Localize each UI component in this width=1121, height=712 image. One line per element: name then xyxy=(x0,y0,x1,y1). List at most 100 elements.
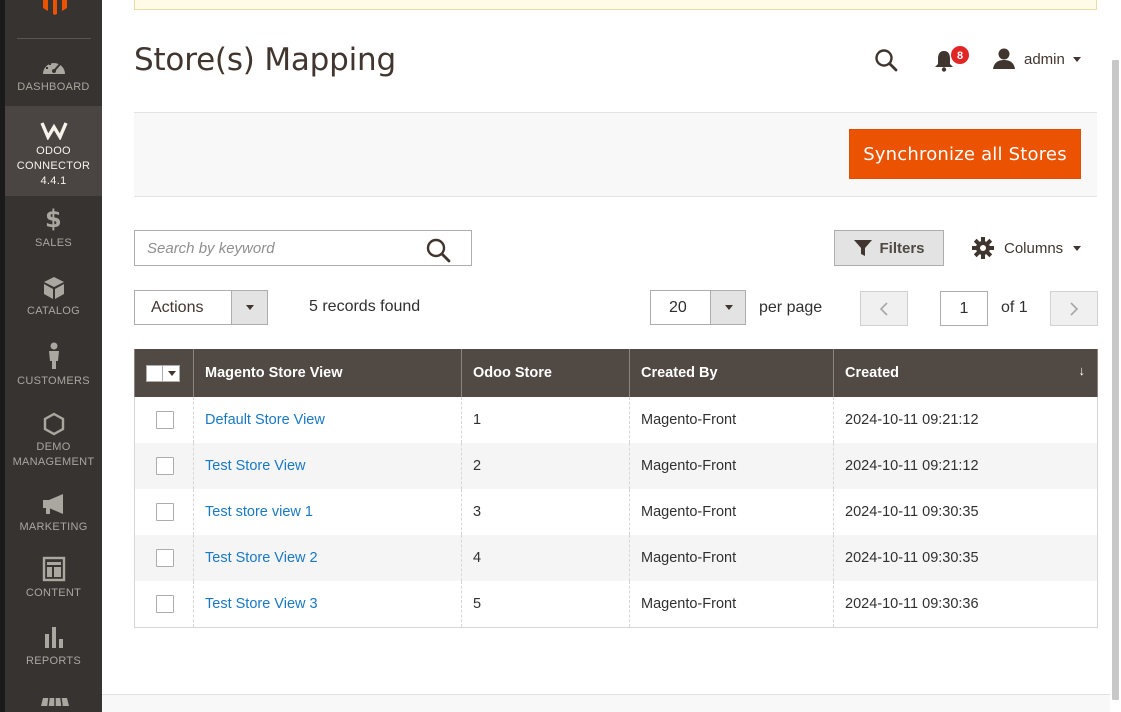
sidebar-item-demo-management[interactable]: DEMO MANAGEMENT xyxy=(5,412,102,474)
next-page-button[interactable] xyxy=(1050,291,1098,326)
created-by-cell: Magento-Front xyxy=(629,581,834,628)
chevron-down-icon xyxy=(1072,56,1081,62)
layout-icon xyxy=(42,556,65,582)
admin-sidebar: DASHBOARD ODOO CONNECTOR 4.4.1 $ SALES C… xyxy=(0,0,102,712)
row-checkbox[interactable] xyxy=(156,411,174,429)
store-view-cell: Test Store View 2 xyxy=(193,535,462,581)
store-view-link[interactable]: Test Store View 2 xyxy=(205,550,318,566)
hexagon-icon xyxy=(43,412,64,436)
sidebar-item-dashboard[interactable]: DASHBOARD xyxy=(5,50,102,106)
previous-page-button[interactable] xyxy=(860,291,908,326)
created-by-cell: Magento-Front xyxy=(629,397,834,443)
vertical-scrollbar[interactable] xyxy=(1110,0,1121,712)
sidebar-item-reports[interactable]: REPORTS xyxy=(5,624,102,680)
filters-label: Filters xyxy=(879,239,925,257)
store-view-cell: Default Store View xyxy=(193,397,462,443)
megaphone-icon xyxy=(42,494,63,514)
sidebar-item-label-line-1: ODOO xyxy=(36,145,71,157)
store-mapping-grid: Magento Store View Odoo Store Created By… xyxy=(134,349,1098,628)
store-view-link[interactable]: Test Store View xyxy=(205,458,305,474)
total-pages-label: of 1 xyxy=(1001,299,1028,316)
page-footer-band xyxy=(102,694,1110,712)
row-select-cell xyxy=(134,397,194,443)
sidebar-item-label: CUSTOMERS xyxy=(17,375,90,387)
page-title: Store(s) Mapping xyxy=(134,42,396,78)
sidebar-item-label: MARKETING xyxy=(19,521,88,533)
row-checkbox[interactable] xyxy=(156,503,174,521)
row-checkbox[interactable] xyxy=(156,549,174,567)
notification-count-badge[interactable]: 8 xyxy=(950,45,970,65)
row-select-cell xyxy=(134,535,194,581)
sidebar-item-content[interactable]: CONTENT xyxy=(5,556,102,612)
columns-control-button[interactable]: Columns xyxy=(972,232,1082,264)
table-row: Test Store View 3 5 Magento-Front 2024-1… xyxy=(134,581,1098,628)
row-checkbox[interactable] xyxy=(156,457,174,475)
filters-button[interactable]: Filters xyxy=(834,230,944,266)
global-search-icon[interactable] xyxy=(874,48,898,72)
search-icon[interactable] xyxy=(425,237,451,263)
columns-label: Columns xyxy=(1004,239,1064,257)
column-header-created[interactable]: Created ↓ xyxy=(833,349,1098,397)
chevron-down-icon xyxy=(246,305,254,310)
created-cell: 2024-10-11 09:21:12 xyxy=(833,397,1098,443)
admin-user-menu[interactable]: admin xyxy=(992,46,1081,72)
odoo-connector-icon xyxy=(39,122,68,140)
created-cell: 2024-10-11 09:30:35 xyxy=(833,489,1098,535)
sidebar-item-odoo-connector[interactable]: ODOO CONNECTOR 4.4.1 xyxy=(5,106,102,196)
row-select-cell xyxy=(134,581,194,628)
box-icon xyxy=(43,277,64,299)
sidebar-item-catalog[interactable]: CATALOG xyxy=(5,276,102,332)
store-view-link[interactable]: Test store view 1 xyxy=(205,504,313,520)
chevron-down-icon xyxy=(1073,245,1082,251)
created-cell: 2024-10-11 09:30:35 xyxy=(833,535,1098,581)
page-actions-bar: Synchronize all Stores xyxy=(134,112,1097,197)
dashboard-icon xyxy=(42,61,65,74)
store-view-cell: Test Store View 3 xyxy=(193,581,462,628)
person-icon xyxy=(48,342,59,369)
sidebar-item-customers[interactable]: CUSTOMERS xyxy=(5,342,102,398)
chevron-right-icon xyxy=(1070,301,1079,316)
actions-dropdown-toggle[interactable] xyxy=(231,291,267,324)
created-cell: 2024-10-11 09:30:36 xyxy=(833,581,1098,628)
row-checkbox[interactable] xyxy=(156,594,174,613)
mass-select-header xyxy=(134,349,194,397)
sidebar-item-label: CATALOG xyxy=(26,305,81,317)
keyword-search-input[interactable] xyxy=(135,231,415,265)
odoo-store-cell: 1 xyxy=(461,397,630,443)
sidebar-item-label-line-2: CONNECTOR xyxy=(16,160,91,172)
store-view-cell: Test Store View xyxy=(193,443,462,489)
per-page-toggle[interactable] xyxy=(710,291,745,324)
per-page-value: 20 xyxy=(669,299,687,316)
sidebar-item-label-line-2: MANAGEMENT xyxy=(12,456,95,468)
scrollbar-thumb[interactable] xyxy=(1112,60,1119,700)
table-row: Test Store View 2 4 Magento-Front 2024-1… xyxy=(134,535,1098,581)
sidebar-item-label: SALES xyxy=(35,237,72,249)
sidebar-item-label: DASHBOARD xyxy=(17,81,90,93)
store-view-link[interactable]: Test Store View 3 xyxy=(205,596,318,612)
stores-icon[interactable] xyxy=(40,694,70,712)
magento-logo-icon[interactable] xyxy=(35,0,75,18)
system-message-band xyxy=(134,0,1097,10)
table-row: Test Store View 2 Magento-Front 2024-10-… xyxy=(134,443,1098,489)
column-header-created-label: Created xyxy=(845,365,899,381)
store-view-link[interactable]: Default Store View xyxy=(205,412,325,428)
sidebar-item-sales[interactable]: $ SALES xyxy=(5,206,102,262)
synchronize-all-stores-button[interactable]: Synchronize all Stores xyxy=(849,129,1081,179)
sidebar-item-marketing[interactable]: MARKETING xyxy=(5,492,102,548)
created-by-cell: Magento-Front xyxy=(629,443,834,489)
column-header-created-by[interactable]: Created By xyxy=(629,349,834,397)
per-page-select[interactable]: 20 xyxy=(650,290,746,325)
column-header-odoo-store[interactable]: Odoo Store xyxy=(461,349,630,397)
current-page-input[interactable] xyxy=(940,291,988,326)
dollar-icon: $ xyxy=(45,205,62,233)
mass-actions-dropdown[interactable]: Actions xyxy=(134,290,268,325)
admin-username: admin xyxy=(1024,50,1065,68)
sidebar-item-label-line-1: DEMO xyxy=(36,441,71,453)
column-header-magento-store-view[interactable]: Magento Store View xyxy=(193,349,462,397)
sidebar-item-label: CONTENT xyxy=(25,587,82,599)
user-avatar-icon xyxy=(993,48,1015,69)
odoo-store-cell: 4 xyxy=(461,535,630,581)
keyword-search-box xyxy=(134,230,472,266)
grid-header-row: Magento Store View Odoo Store Created By… xyxy=(134,349,1098,397)
mass-select-checkbox[interactable] xyxy=(146,364,180,382)
